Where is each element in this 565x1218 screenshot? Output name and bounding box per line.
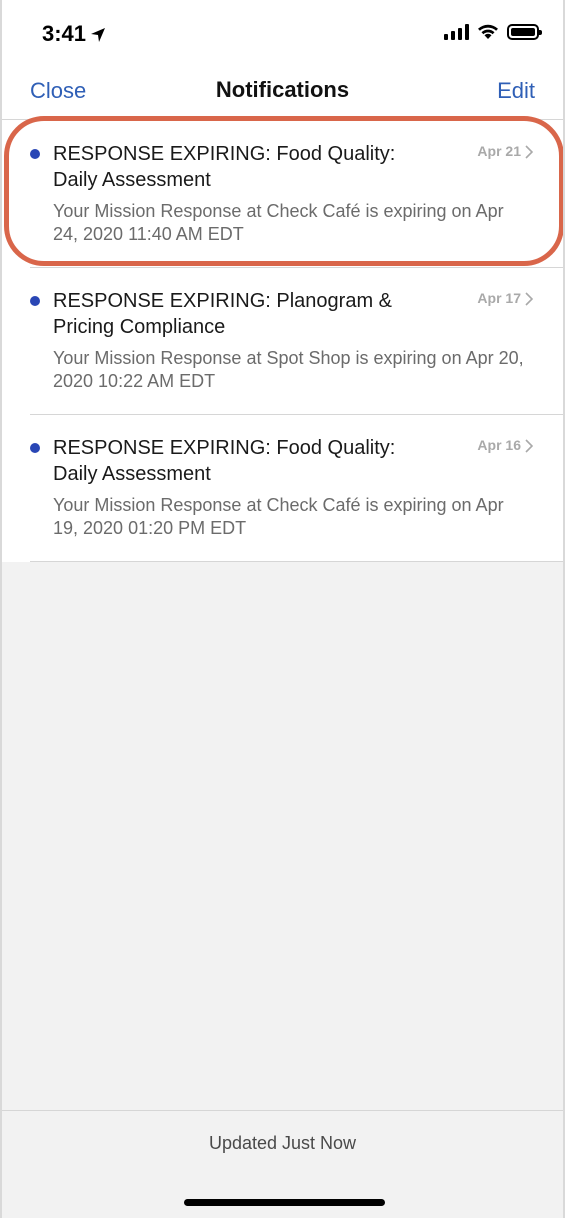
chevron-right-icon xyxy=(525,292,533,306)
page-title: Notifications xyxy=(215,77,350,102)
unread-dot-icon xyxy=(30,296,40,306)
edit-button[interactable]: Edit xyxy=(497,78,535,104)
notification-item[interactable]: RESPONSE EXPIRING: Food Quality: Daily A… xyxy=(2,121,563,268)
empty-list-area xyxy=(2,562,563,1110)
chevron-right-icon xyxy=(525,145,533,159)
notification-title: RESPONSE EXPIRING: Food Quality: Daily A… xyxy=(53,437,396,485)
notification-date: Apr 21 xyxy=(477,143,521,159)
location-arrow-icon xyxy=(91,28,106,42)
notification-body: Your Mission Response at Spot Shop is ex… xyxy=(53,348,524,391)
navigation-bar: Close Notifications Edit xyxy=(2,66,563,120)
battery-icon xyxy=(507,24,542,40)
status-time-text: 3:41 xyxy=(42,21,87,46)
notification-body: Your Mission Response at Check Café is e… xyxy=(53,495,504,538)
home-indicator[interactable] xyxy=(184,1199,385,1206)
status-bar: 3:41 xyxy=(2,0,563,66)
updated-status-text: Updated Just Now xyxy=(208,1133,357,1153)
notification-date: Apr 16 xyxy=(477,437,521,453)
notification-item[interactable]: RESPONSE EXPIRING: Planogram & Pricing C… xyxy=(2,268,563,415)
notification-date: Apr 17 xyxy=(477,290,521,306)
notification-title: RESPONSE EXPIRING: Food Quality: Daily A… xyxy=(53,143,396,191)
wifi-icon xyxy=(477,24,499,40)
chevron-right-icon xyxy=(525,439,533,453)
notifications-screen: 3:41 Close Notifications Edit RESPONSE E… xyxy=(0,0,565,1218)
notification-body: Your Mission Response at Check Café is e… xyxy=(53,201,504,244)
battery-fill xyxy=(511,28,535,36)
cellular-signal-icon xyxy=(444,24,469,40)
notification-item[interactable]: RESPONSE EXPIRING: Food Quality: Daily A… xyxy=(2,415,563,562)
status-time: 3:41 xyxy=(42,21,106,47)
notifications-list: RESPONSE EXPIRING: Food Quality: Daily A… xyxy=(2,121,563,562)
notification-title: RESPONSE EXPIRING: Planogram & Pricing C… xyxy=(53,290,393,338)
unread-dot-icon xyxy=(30,149,40,159)
unread-dot-icon xyxy=(30,443,40,453)
status-icons xyxy=(444,24,542,40)
